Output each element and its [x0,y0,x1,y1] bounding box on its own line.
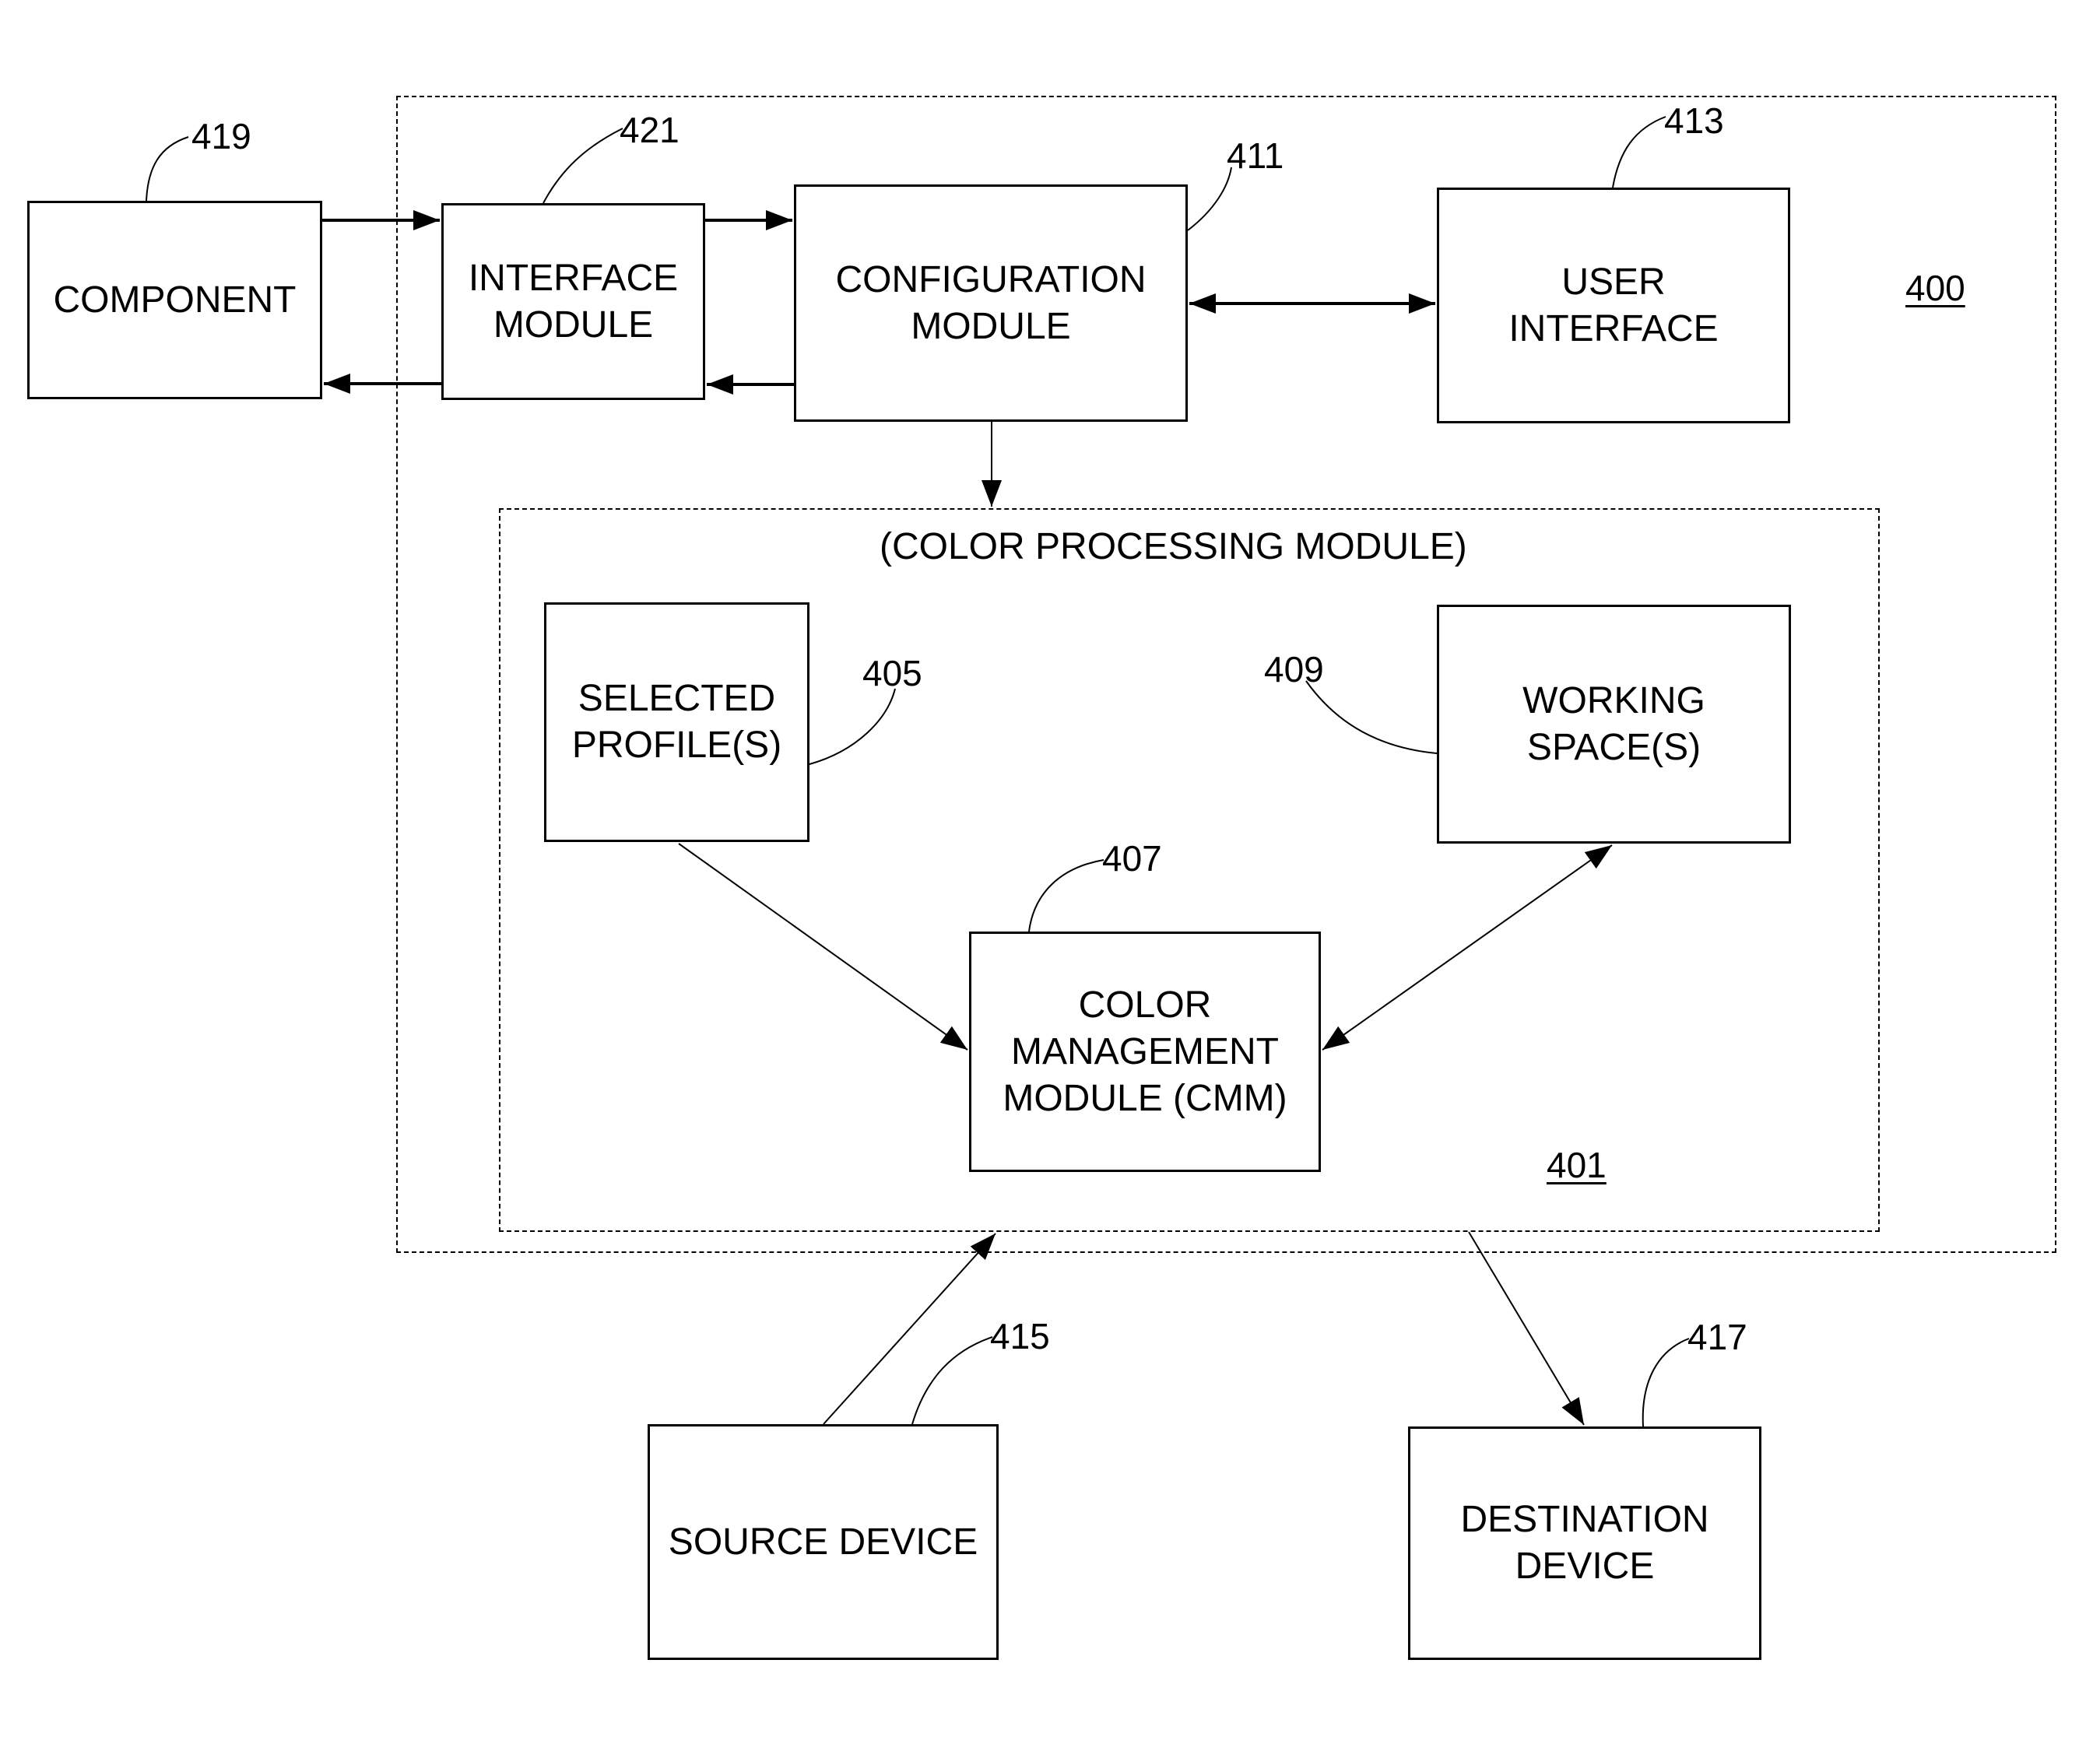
source-device-label: SOURCE DEVICE [668,1521,978,1563]
ref-label-415: 415 [990,1316,1050,1356]
selected-profiles-label: SELECTED PROFILE(S) [571,678,782,766]
ref-label-417: 417 [1687,1317,1747,1357]
component-block[interactable]: COMPONENT [27,201,322,399]
ref-label-409: 409 [1264,649,1324,690]
configuration-module-block[interactable]: CONFIGURATION MODULE [794,184,1188,422]
ref-label-407: 407 [1102,838,1162,879]
user-interface-label: USER INTERFACE [1508,261,1719,349]
interface-module-block[interactable]: INTERFACE MODULE [441,203,705,400]
ref-label-411: 411 [1227,135,1284,176]
leader-417 [1642,1338,1690,1427]
selected-profiles-block[interactable]: SELECTED PROFILE(S) [544,602,809,842]
color-management-module-label: COLOR MANAGEMENT MODULE (CMM) [1003,984,1287,1119]
interface-module-label: INTERFACE MODULE [468,257,679,346]
arrow-color-processing-to-destination [1468,1231,1585,1426]
source-device-block[interactable]: SOURCE DEVICE [648,1424,999,1660]
leader-419 [146,136,189,202]
configuration-module-label: CONFIGURATION MODULE [835,258,1147,347]
component-label: COMPONENT [53,279,297,321]
ref-label-400: 400 [1905,268,1965,308]
leader-415 [911,1336,993,1425]
ref-label-419: 419 [191,116,251,156]
destination-device-block[interactable]: DESTINATION DEVICE [1408,1426,1761,1660]
working-spaces-block[interactable]: WORKING SPACE(S) [1437,605,1791,844]
destination-device-label: DESTINATION DEVICE [1460,1499,1709,1587]
working-spaces-label: WORKING SPACE(S) [1522,679,1705,768]
ref-label-421: 421 [620,110,680,150]
color-processing-module-title: (COLOR PROCESSING MODULE) [880,526,1467,567]
color-management-module-block[interactable]: COLOR MANAGEMENT MODULE (CMM) [969,932,1321,1172]
user-interface-block[interactable]: USER INTERFACE [1437,188,1790,423]
ref-label-401: 401 [1547,1145,1607,1185]
ref-label-413: 413 [1664,100,1724,141]
arrow-source-to-color-processing [823,1233,996,1425]
ref-label-405: 405 [862,653,922,693]
